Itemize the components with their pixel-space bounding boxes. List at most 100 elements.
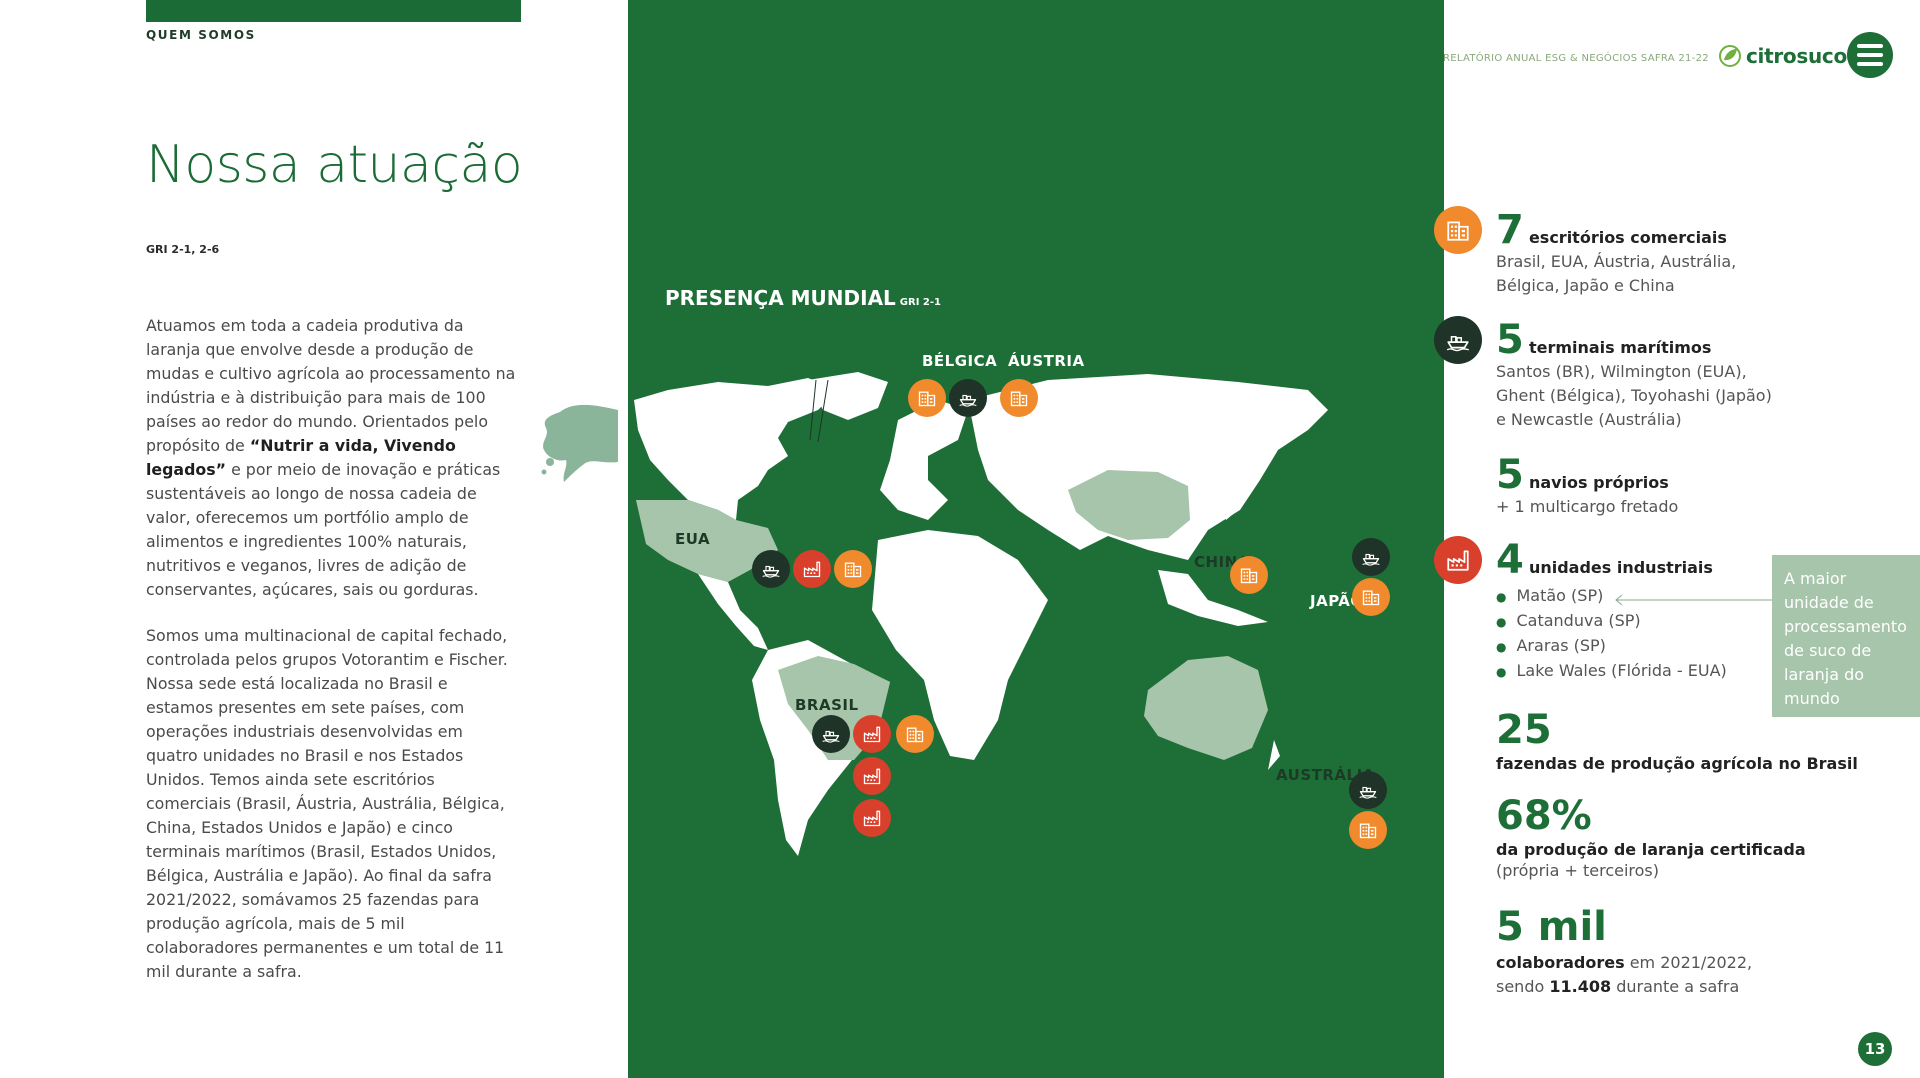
map-title-gri: GRI 2-1 <box>899 297 941 308</box>
offices-label: escritórios comerciais <box>1528 228 1727 247</box>
paragraph-1: Atuamos em toda a cadeia produtiva da la… <box>146 314 516 602</box>
brand-name: citrosuco <box>1746 44 1847 68</box>
plant-catanduva: Catanduva (SP) <box>1516 611 1641 630</box>
offices-stat: 7 escritórios comerciais Brasil, EUA, Áu… <box>1496 210 1736 298</box>
ship-icon <box>1445 327 1471 353</box>
factory-icon <box>862 766 882 786</box>
list-item: ● Araras (SP) <box>1496 634 1727 659</box>
page-title: Nossa atuação <box>146 135 523 195</box>
terminals-detail-2: Ghent (Bélgica), Toyohashi (Japão) <box>1496 386 1772 405</box>
central-america-shape <box>698 574 768 650</box>
offices-detail-1: Brasil, EUA, Áustria, Austrália, <box>1496 252 1737 271</box>
factory-icon <box>862 724 882 744</box>
office-pin-australia <box>1349 811 1387 849</box>
terminal-pin-eua <box>752 550 790 588</box>
plant-araras: Araras (SP) <box>1516 636 1606 655</box>
plants-stat-icon <box>1434 536 1482 584</box>
australia-highlight <box>1144 656 1268 760</box>
body-text: Atuamos em toda a cadeia produtiva da la… <box>146 314 516 1006</box>
terminals-stat-icon <box>1434 316 1482 364</box>
plants-stat: 4 unidades industriais ● Matão (SP) ● Cata… <box>1496 540 1727 684</box>
farms-number: 25 <box>1496 707 1552 753</box>
plants-label: unidades industriais <box>1528 558 1713 577</box>
juice-splash-decoration <box>541 404 618 482</box>
office-pin-belgica <box>908 379 946 417</box>
paragraph-2: Somos uma multinacional de capital fecha… <box>146 626 508 981</box>
section-label: QUEM SOMOS <box>146 28 256 42</box>
employees-label-bold: colaboradores <box>1496 953 1625 972</box>
plant-lake-wales: Lake Wales (Flórida - EUA) <box>1516 661 1727 680</box>
ships-stat: 5 navios próprios + 1 multicargo fretado <box>1496 455 1678 519</box>
employees-number: 5 mil <box>1496 904 1607 950</box>
paragraph-1-end: e por meio de inovação e práticas susten… <box>146 460 501 599</box>
menu-icon-line <box>1857 62 1883 66</box>
label-belgica: BÉLGICA <box>922 352 998 370</box>
map-title: PRESENÇA MUNDIAL GRI 2-1 <box>665 286 941 310</box>
drop-icon: ● <box>1496 615 1507 629</box>
employees-stat: 5 mil colaboradores em 2021/2022, sendo … <box>1496 907 1752 999</box>
plant-pin-eua <box>793 550 831 588</box>
office-pin-brasil <box>896 715 934 753</box>
label-brasil: BRASIL <box>795 696 859 714</box>
employees-season-count: 11.408 <box>1549 977 1612 996</box>
certified-stat: 68% da produção de laranja certificada (… <box>1496 796 1806 883</box>
offices-stat-icon <box>1434 206 1482 254</box>
farms-stat: 25 fazendas de produção agrícola no Bras… <box>1496 710 1858 773</box>
building-icon <box>1361 587 1381 607</box>
report-title: RELATÓRIO ANUAL ESG & NEGÓCIOS SAFRA 21-… <box>1443 53 1709 64</box>
ships-detail: + 1 multicargo fretado <box>1496 497 1679 516</box>
employees-label: colaboradores em 2021/2022, <box>1496 951 1752 975</box>
terminal-pin-brasil <box>812 715 850 753</box>
building-icon <box>1445 217 1471 243</box>
terminals-label: terminais marítimos <box>1528 338 1712 357</box>
drop-icon: ● <box>1496 665 1507 679</box>
leaf-logo-icon <box>1719 45 1741 67</box>
callout-arrow <box>1615 594 1772 606</box>
gri-reference: GRI 2-1, 2-6 <box>146 243 220 256</box>
page-number: 13 <box>1858 1032 1892 1066</box>
paragraph-1-start: Atuamos em toda a cadeia produtiva da la… <box>146 316 516 455</box>
list-item: ● Catanduva (SP) <box>1496 609 1727 634</box>
terminals-detail-1: Santos (BR), Wilmington (EUA), <box>1496 362 1747 381</box>
drop-icon: ● <box>1496 640 1507 654</box>
certified-number: 68% <box>1496 793 1592 839</box>
terminals-stat: 5 terminais marítimos Santos (BR), Wilmi… <box>1496 320 1772 432</box>
plant-pin-brasil-3 <box>853 799 891 837</box>
plant-matao: Matão (SP) <box>1516 586 1604 605</box>
menu-button[interactable] <box>1847 32 1893 78</box>
factory-icon <box>802 559 822 579</box>
europe-shape <box>880 400 968 520</box>
ships-label: navios próprios <box>1528 473 1669 492</box>
ship-icon <box>958 388 978 408</box>
certified-label: da produção de laranja certificada <box>1496 840 1806 859</box>
building-icon <box>917 388 937 408</box>
ship-icon <box>821 724 841 744</box>
plant-pin-brasil-1 <box>853 715 891 753</box>
office-pin-japao <box>1352 578 1390 616</box>
ship-icon <box>1361 547 1381 567</box>
factory-icon <box>1445 547 1471 573</box>
factory-icon <box>862 808 882 828</box>
building-icon <box>905 724 925 744</box>
label-eua: EUA <box>675 530 711 548</box>
offices-number: 7 <box>1496 207 1524 253</box>
terminal-pin-japao <box>1352 538 1390 576</box>
terminals-detail-3: e Newcastle (Austrália) <box>1496 410 1682 429</box>
list-item: ● Lake Wales (Flórida - EUA) <box>1496 659 1727 684</box>
terminal-pin-australia <box>1349 771 1387 809</box>
terminal-pin-belgica <box>949 379 987 417</box>
label-austria: ÁUSTRIA <box>1008 352 1085 370</box>
top-accent-bar <box>146 0 521 22</box>
map-title-text: PRESENÇA MUNDIAL <box>665 286 896 310</box>
plant-pin-brasil-2 <box>853 757 891 795</box>
offices-detail-2: Bélgica, Japão e China <box>1496 276 1675 295</box>
certified-detail: (própria + terceiros) <box>1496 861 1659 880</box>
office-pin-eua <box>834 550 872 588</box>
building-icon <box>1009 388 1029 408</box>
menu-icon-line <box>1857 53 1883 57</box>
building-icon <box>843 559 863 579</box>
menu-icon-line <box>1857 44 1883 48</box>
building-icon <box>1358 820 1378 840</box>
world-map <box>634 372 1328 856</box>
ships-number: 5 <box>1496 452 1524 498</box>
